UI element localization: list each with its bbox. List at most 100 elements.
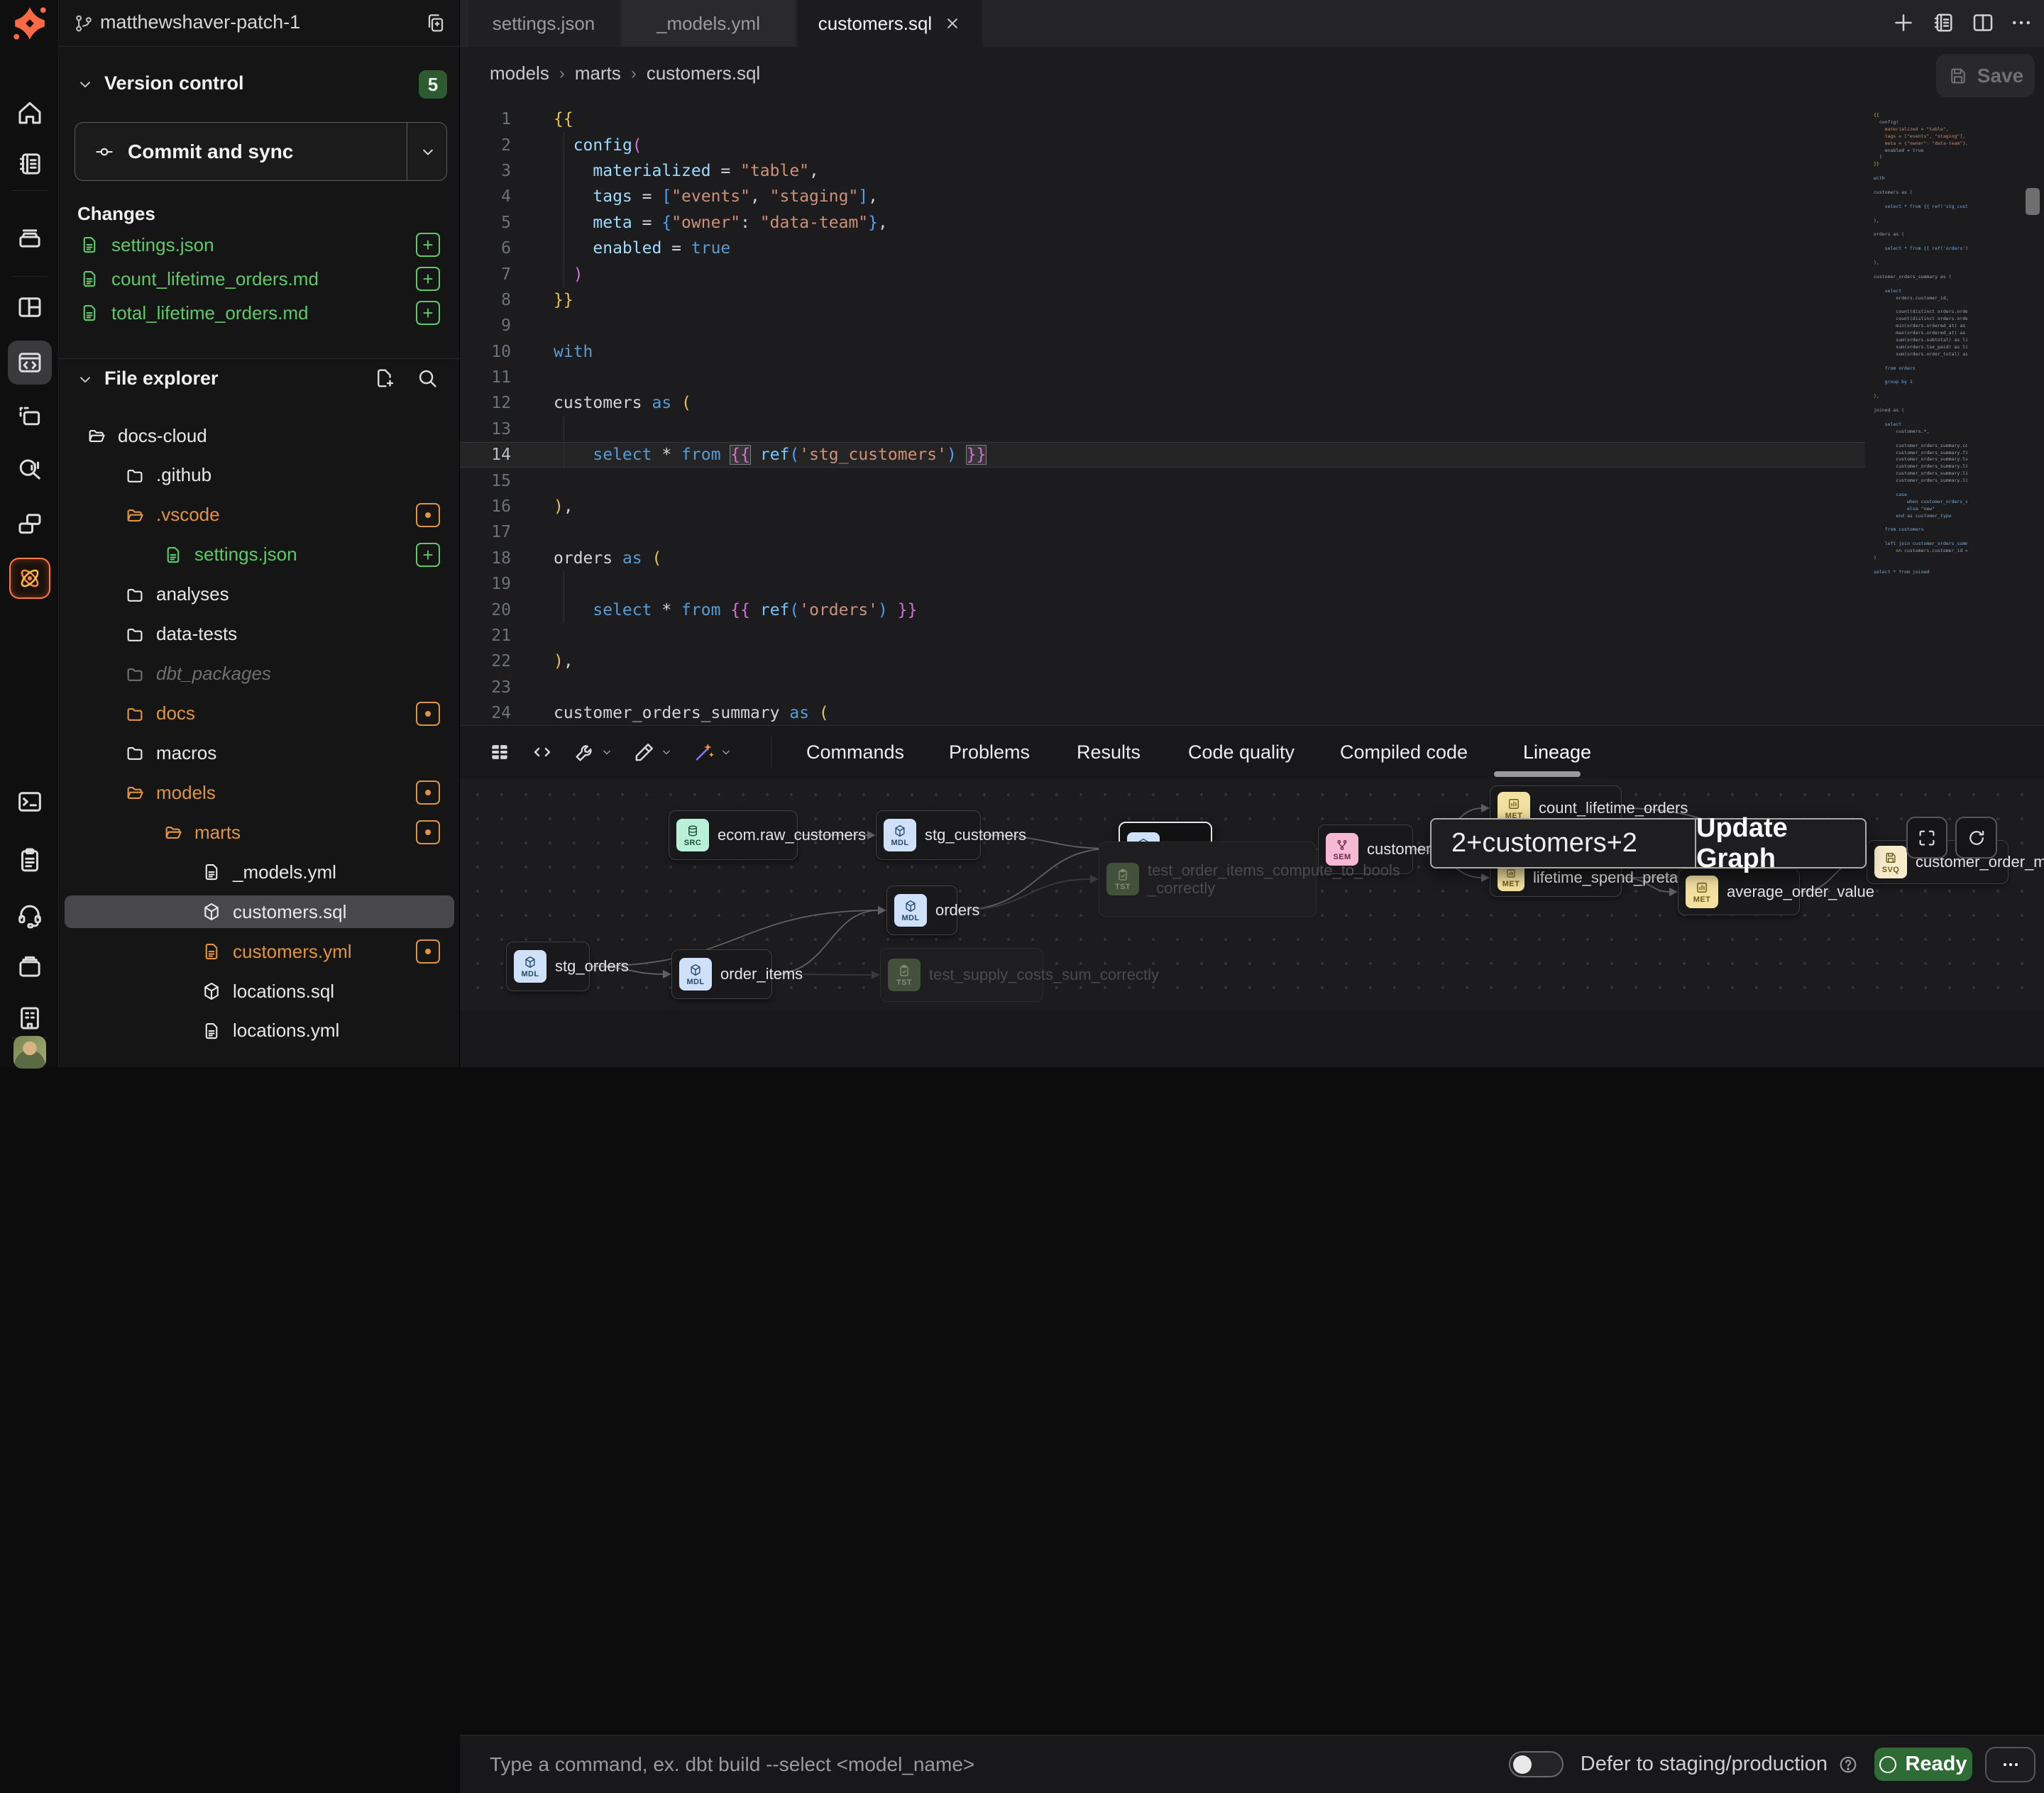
lineage-fullscreen-button[interactable] <box>1906 817 1947 859</box>
changed-file-row[interactable]: count_lifetime_orders.md+ <box>59 262 460 296</box>
vc-collapse-chevron[interactable] <box>76 75 94 94</box>
bottom-tab-Problems[interactable]: Problems <box>949 741 1030 763</box>
tool-results-table[interactable] <box>488 740 512 764</box>
code-line-17[interactable]: 17 <box>460 519 1865 545</box>
code-line-19[interactable]: 19 <box>460 571 1865 597</box>
bottom-tab-Results[interactable]: Results <box>1077 741 1141 763</box>
bottom-tab-Lineage[interactable]: Lineage <box>1523 741 1591 763</box>
rail-item-windows[interactable] <box>0 501 59 546</box>
code-line-1[interactable]: 1{{ <box>460 106 1865 132</box>
rail-item-notebook[interactable] <box>0 141 59 187</box>
lineage-node-test_supply[interactable]: TSTtest_supply_costs_sum_correctly <box>880 948 1043 1002</box>
search-files-icon[interactable] <box>415 366 439 390</box>
bottom-tab-Compiled code[interactable]: Compiled code <box>1340 741 1468 763</box>
tree-item-_models.yml[interactable]: _models.yml <box>65 856 454 888</box>
status-ready-pill[interactable]: Ready <box>1874 1748 1972 1781</box>
code-line-11[interactable]: 11 <box>460 365 1865 390</box>
breadcrumb-item[interactable]: marts <box>575 62 621 84</box>
rail-item-terminal[interactable] <box>0 779 59 824</box>
code-line-20[interactable]: 20 select * from {{ ref('orders') }} <box>460 597 1865 622</box>
tree-item-locations.yml[interactable]: locations.yml <box>65 1015 454 1047</box>
branch-row[interactable]: matthewshaver-patch-1 <box>59 0 460 47</box>
rail-item-user-avatar[interactable] <box>0 1030 59 1075</box>
code-line-4[interactable]: 4 tags = ["events", "staging"], <box>460 184 1865 209</box>
lineage-node-stg_orders[interactable]: MDLstg_orders <box>506 942 590 991</box>
command-input[interactable]: Type a command, ex. dbt build --select <… <box>490 1753 1509 1776</box>
code-line-10[interactable]: 10with <box>460 339 1865 365</box>
minimap[interactable]: {{ config( materialized = "table", tags … <box>1874 112 1967 680</box>
tree-item-analyses[interactable]: analyses <box>65 578 454 611</box>
rail-item-frame[interactable] <box>0 395 59 440</box>
tool-build-tools[interactable] <box>573 740 614 764</box>
stage-file-icon[interactable]: + <box>416 301 440 325</box>
lineage-refresh-button[interactable] <box>1955 817 1997 859</box>
rail-item-clipboard[interactable] <box>0 837 59 883</box>
commit-dropdown-chevron[interactable] <box>418 142 438 162</box>
code-line-24[interactable]: 24customer_orders_summary as ( <box>460 700 1865 726</box>
save-button[interactable]: Save <box>1936 54 2035 97</box>
defer-help-icon[interactable] <box>1837 1754 1859 1775</box>
code-line-23[interactable]: 23 <box>460 675 1865 700</box>
code-line-13[interactable]: 13 <box>460 416 1865 442</box>
tree-item-docs-cloud[interactable]: docs-cloud <box>65 419 454 452</box>
code-line-15[interactable]: 15 <box>460 468 1865 493</box>
code-line-21[interactable]: 21 <box>460 623 1865 649</box>
code-line-22[interactable]: 22), <box>460 649 1865 674</box>
rail-item-layout[interactable] <box>0 285 59 330</box>
chevron-down-icon[interactable] <box>659 745 674 759</box>
tree-item-dbt_packages[interactable]: dbt_packages <box>65 658 454 690</box>
editor-scrollbar[interactable] <box>2026 188 2040 215</box>
changed-file-row[interactable]: total_lifetime_orders.md+ <box>59 296 460 330</box>
tab-settings.json[interactable]: settings.json <box>468 0 619 47</box>
code-line-2[interactable]: 2 config( <box>460 132 1865 158</box>
tree-item-models[interactable]: models <box>65 776 454 809</box>
lineage-query-input[interactable]: 2+customers+2 <box>1432 820 1696 867</box>
code-line-6[interactable]: 6 enabled = true <box>460 236 1865 261</box>
code-line-12[interactable]: 12customers as ( <box>460 390 1865 416</box>
notebook-panel-icon[interactable] <box>1930 10 1956 35</box>
tree-item-customers.sql[interactable]: customers.sql <box>65 895 454 928</box>
commit-and-sync-button[interactable]: Commit and sync <box>75 122 447 181</box>
defer-toggle[interactable] <box>1509 1751 1564 1777</box>
rail-item-collections[interactable] <box>0 944 59 989</box>
lineage-node-stg_customers[interactable]: MDLstg_customers <box>876 810 981 860</box>
lineage-node-average_order_value[interactable]: METaverage_order_value <box>1678 868 1800 915</box>
tree-item-settings.json[interactable]: settings.json+ <box>65 539 454 571</box>
breadcrumb-item[interactable]: models <box>490 62 549 84</box>
tree-item-data-tests[interactable]: data-tests <box>65 618 454 651</box>
copy-branch-icon[interactable] <box>424 11 446 34</box>
tab-customers.sql[interactable]: customers.sql <box>798 0 982 47</box>
breadcrumb[interactable]: models›marts›customers.sql <box>490 62 760 84</box>
stage-file-icon[interactable]: + <box>416 267 440 291</box>
chevron-down-icon[interactable] <box>600 745 614 759</box>
code-line-3[interactable]: 3 materialized = "table", <box>460 158 1865 184</box>
lineage-node-raw_customers[interactable]: SRCecom.raw_customers <box>669 810 798 860</box>
tree-item-docs[interactable]: docs <box>65 697 454 730</box>
rail-item-inbox[interactable] <box>0 214 59 260</box>
split-editor-icon[interactable] <box>1970 10 1996 35</box>
command-more-button[interactable] <box>1985 1747 2035 1782</box>
code-line-18[interactable]: 18orders as ( <box>460 546 1865 571</box>
tool-dbt-copilot[interactable] <box>692 740 733 764</box>
explorer-collapse-chevron[interactable] <box>76 370 94 389</box>
code-line-9[interactable]: 9 <box>460 313 1865 338</box>
bottom-tab-Code quality[interactable]: Code quality <box>1188 741 1295 763</box>
code-line-8[interactable]: 8}} <box>460 287 1865 313</box>
tree-item-macros[interactable]: macros <box>65 736 454 769</box>
lineage-node-test_order_items[interactable]: TSTtest_order_items_compute_to_bools _co… <box>1099 842 1317 917</box>
tree-item-.github[interactable]: .github <box>65 459 454 492</box>
rail-item-dbt-fusion[interactable] <box>0 556 59 601</box>
tree-item-locations.sql[interactable]: locations.sql <box>65 975 454 1008</box>
code-line-14[interactable]: 14 select * from {{ ref('stg_customers')… <box>460 442 1865 468</box>
code-line-5[interactable]: 5 meta = {"owner": "data-team"}, <box>460 210 1865 236</box>
lineage-node-order_items[interactable]: MDLorder_items <box>671 949 772 999</box>
rail-item-insights[interactable] <box>0 446 59 491</box>
tab-_models.yml[interactable]: _models.yml <box>622 0 795 47</box>
tree-item-marts[interactable]: marts <box>65 816 454 849</box>
rail-item-home[interactable] <box>0 90 59 136</box>
rail-item-code-editor[interactable] <box>0 340 59 385</box>
stage-file-icon[interactable]: + <box>416 233 440 257</box>
code-line-16[interactable]: 16), <box>460 494 1865 519</box>
lineage-search-overlay[interactable]: 2+customers+2 Update Graph <box>1430 818 1867 868</box>
lineage-canvas[interactable]: SRCecom.raw_customers MDLstg_customers MDL… <box>460 778 2044 1010</box>
